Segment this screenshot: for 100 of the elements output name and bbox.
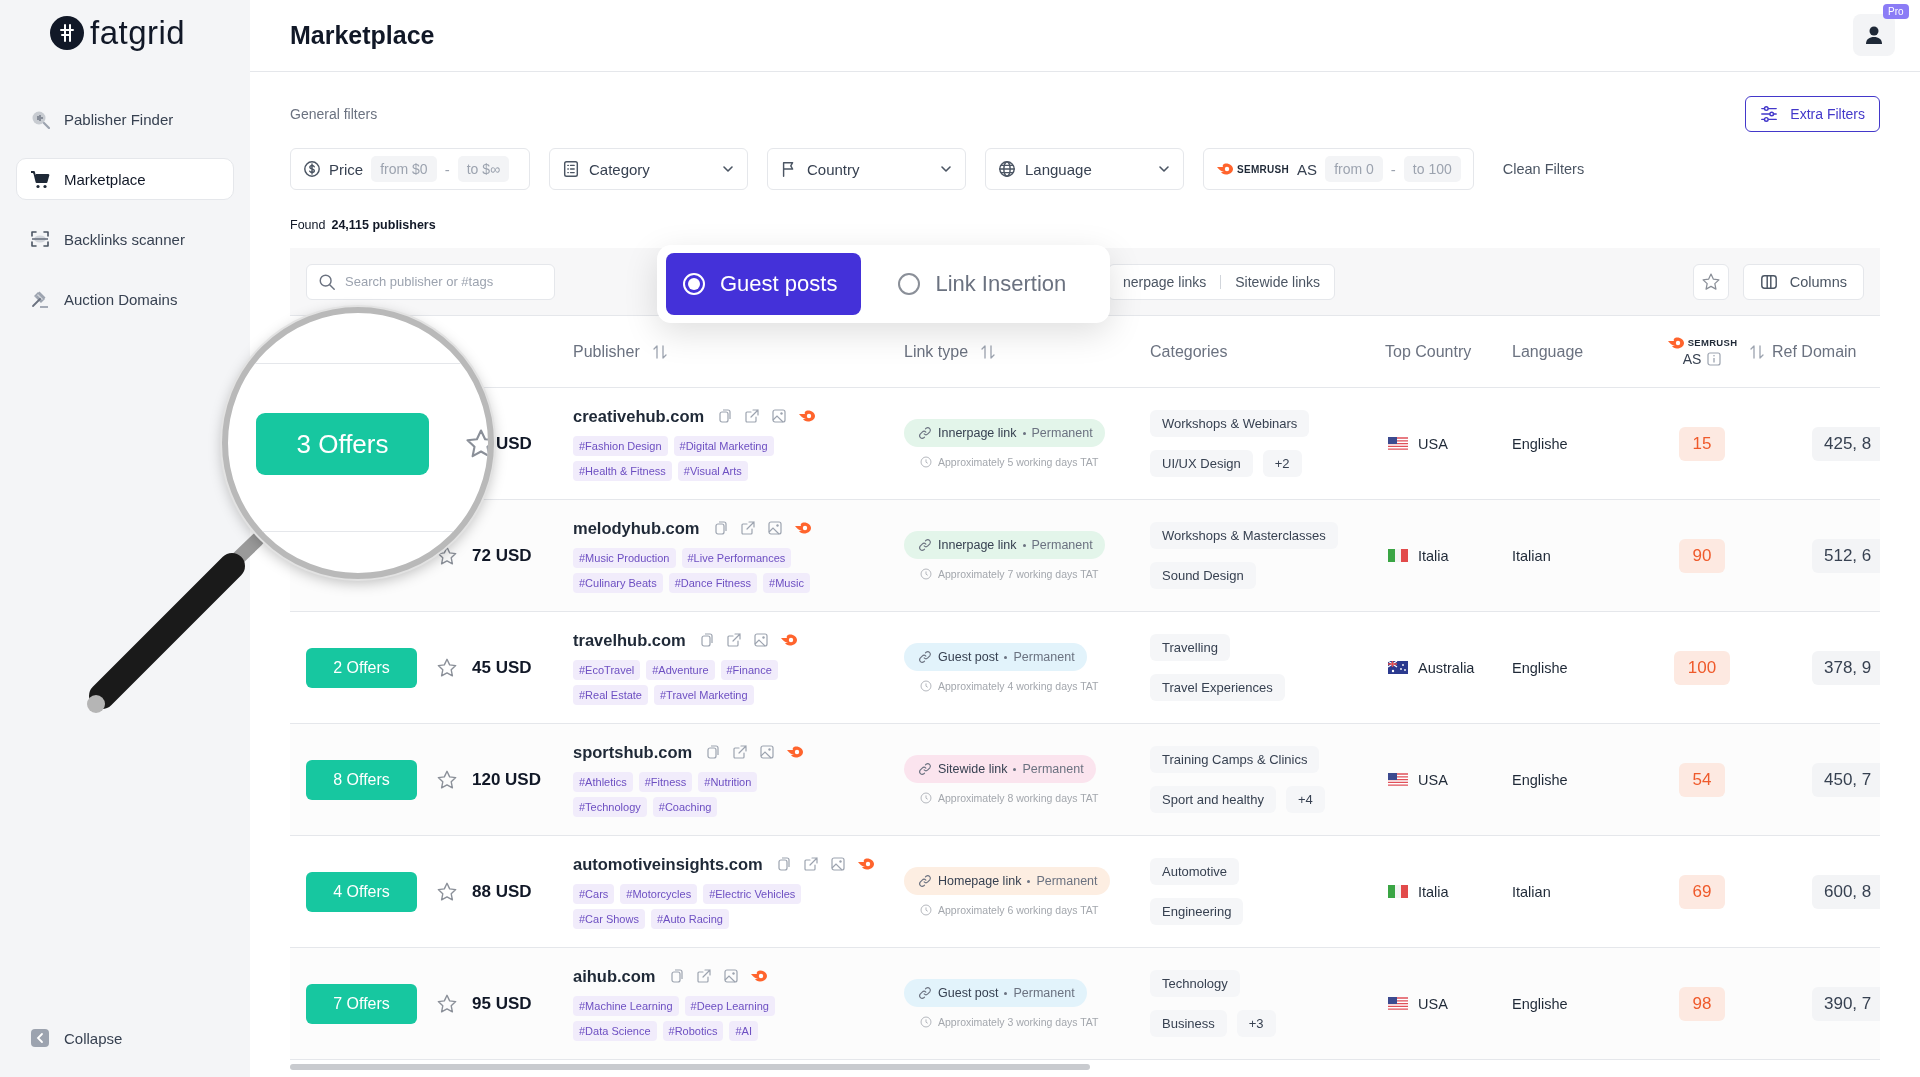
link-type-tab[interactable]: nerpage links	[1123, 273, 1207, 290]
image-icon[interactable]	[829, 856, 846, 872]
search-field[interactable]: Search publisher or #tags	[306, 263, 555, 300]
authority-score: 100	[1673, 650, 1731, 685]
copy-icon[interactable]	[717, 408, 734, 424]
tag[interactable]: #Digital Marketing	[673, 435, 774, 456]
post-type-option[interactable]: Link Insertion	[897, 253, 1067, 315]
clean-filters-link[interactable]: Clean Filters	[1502, 161, 1585, 177]
column-header[interactable]: Ref Domain	[1772, 342, 1857, 361]
price: 72 USD	[472, 545, 533, 566]
image-icon[interactable]	[759, 744, 776, 760]
publisher-link[interactable]: melodyhub.com	[573, 518, 700, 538]
nav-item[interactable]: Backlinks scanner	[16, 218, 234, 260]
flag-icon	[1388, 661, 1408, 674]
copy-icon[interactable]	[668, 968, 685, 984]
tag[interactable]: #Culinary Beats	[573, 572, 663, 593]
publisher-link[interactable]: sportshub.com	[573, 742, 693, 762]
tag[interactable]: #Car Shows	[573, 908, 645, 929]
tag[interactable]: #Machine Learning	[573, 995, 679, 1016]
star-icon	[436, 656, 458, 679]
column-header[interactable]: Categories	[1150, 342, 1228, 361]
external-link-icon[interactable]	[739, 520, 756, 536]
extra-filters-button[interactable]: Extra Filters	[1745, 96, 1880, 132]
column-header[interactable]: Link type	[904, 342, 969, 361]
section-label: General filters	[290, 106, 378, 122]
country-name: Italia	[1418, 883, 1449, 900]
collapse-button[interactable]: Collapse	[16, 1021, 137, 1055]
link-type-tab[interactable]: Sitewide links	[1235, 273, 1321, 290]
tag[interactable]: #Motorcycles	[620, 883, 698, 904]
turnaround-text: Approximately 8 working days TAT	[938, 792, 1099, 804]
image-icon[interactable]	[722, 968, 739, 984]
nav-item[interactable]: Auction Domains	[16, 278, 234, 320]
copy-icon[interactable]	[712, 520, 729, 536]
nav-item[interactable]: Marketplace	[16, 158, 234, 200]
publisher-link[interactable]: aihub.com	[573, 966, 656, 986]
more-count[interactable]: +3	[1236, 1010, 1276, 1037]
tag[interactable]: #Deep Learning	[684, 995, 775, 1016]
clock-icon	[920, 904, 932, 916]
tag[interactable]: #EcoTravel	[573, 659, 641, 680]
copy-icon[interactable]	[698, 632, 715, 648]
tag[interactable]: #Nutrition	[698, 771, 758, 792]
favorites-button[interactable]	[1692, 263, 1729, 300]
external-link-icon[interactable]	[802, 856, 819, 872]
tag[interactable]: #Auto Racing	[650, 908, 729, 929]
tag[interactable]: #Live Performances	[681, 547, 792, 568]
semrush-icon	[786, 746, 805, 758]
turnaround-text: Approximately 4 working days TAT	[938, 680, 1099, 692]
tag[interactable]: #Travel Marketing	[654, 684, 754, 705]
more-count[interactable]: +2	[1262, 450, 1302, 477]
tag[interactable]: #Electric Vehicles	[703, 883, 802, 904]
publisher-link[interactable]: automotiveinsights.com	[573, 854, 763, 874]
range-dash: -	[1390, 160, 1396, 178]
tag[interactable]: #Real Estate	[573, 684, 648, 705]
pro-badge: Pro	[1883, 3, 1909, 19]
tag[interactable]: #Cars	[573, 883, 615, 904]
external-link-icon[interactable]	[744, 408, 761, 424]
image-icon[interactable]	[766, 520, 783, 536]
avatar-button[interactable]	[1853, 13, 1895, 56]
columns-button[interactable]: Columns	[1742, 263, 1864, 300]
publisher-link[interactable]: travelhub.com	[573, 630, 686, 650]
price: 120 USD	[472, 769, 542, 790]
nav-item[interactable]: Pablisher Finder	[16, 98, 234, 140]
more-count[interactable]: +4	[1285, 786, 1325, 813]
gavel-icon	[30, 289, 50, 309]
category-chip: Business	[1150, 1010, 1227, 1037]
country-name: Italia	[1418, 547, 1449, 564]
tag[interactable]: #Dance Fitness	[668, 572, 758, 593]
copy-icon[interactable]	[775, 856, 792, 872]
external-link-icon[interactable]	[695, 968, 712, 984]
tag[interactable]: #Music	[763, 572, 810, 593]
tag[interactable]: #Music Production	[573, 547, 676, 568]
scrollbar-thumb[interactable]	[290, 1064, 1090, 1070]
tag[interactable]: #Fitness	[638, 771, 693, 792]
tag[interactable]: #Robotics	[662, 1020, 724, 1041]
post-type-option[interactable]: Guest posts	[666, 253, 862, 315]
tag[interactable]: #Technology	[573, 796, 647, 817]
tag[interactable]: #Visual Arts	[677, 460, 748, 481]
tag[interactable]: #AI	[729, 1020, 758, 1041]
external-link-icon[interactable]	[732, 744, 749, 760]
copy-icon[interactable]	[705, 744, 722, 760]
column-header[interactable]: Language	[1512, 342, 1584, 361]
tag[interactable]: #Coaching	[652, 796, 718, 817]
tag[interactable]: #Data Science	[573, 1020, 657, 1041]
tag[interactable]: #Fashion Design	[573, 435, 668, 456]
filter-dropdown[interactable]: Language	[985, 148, 1184, 190]
tag[interactable]: #Finance	[720, 659, 778, 680]
sliders-icon	[1760, 105, 1779, 123]
filter-dropdown[interactable]: Category	[549, 148, 748, 190]
clock-icon	[920, 792, 932, 804]
tag[interactable]: #Athletics	[573, 771, 633, 792]
image-icon[interactable]	[752, 632, 769, 648]
column-header[interactable]: Publisher	[573, 342, 640, 361]
image-icon[interactable]	[771, 408, 788, 424]
tag[interactable]: #Health & Fitness	[573, 460, 672, 481]
tag[interactable]: #Adventure	[646, 659, 715, 680]
filter-dropdown[interactable]: Country	[767, 148, 966, 190]
column-header[interactable]: Top Country	[1385, 342, 1472, 361]
category-chip: Workshops & Masterclasses	[1150, 522, 1338, 549]
external-link-icon[interactable]	[725, 632, 742, 648]
publisher-link[interactable]: creativehub.com	[573, 406, 705, 426]
